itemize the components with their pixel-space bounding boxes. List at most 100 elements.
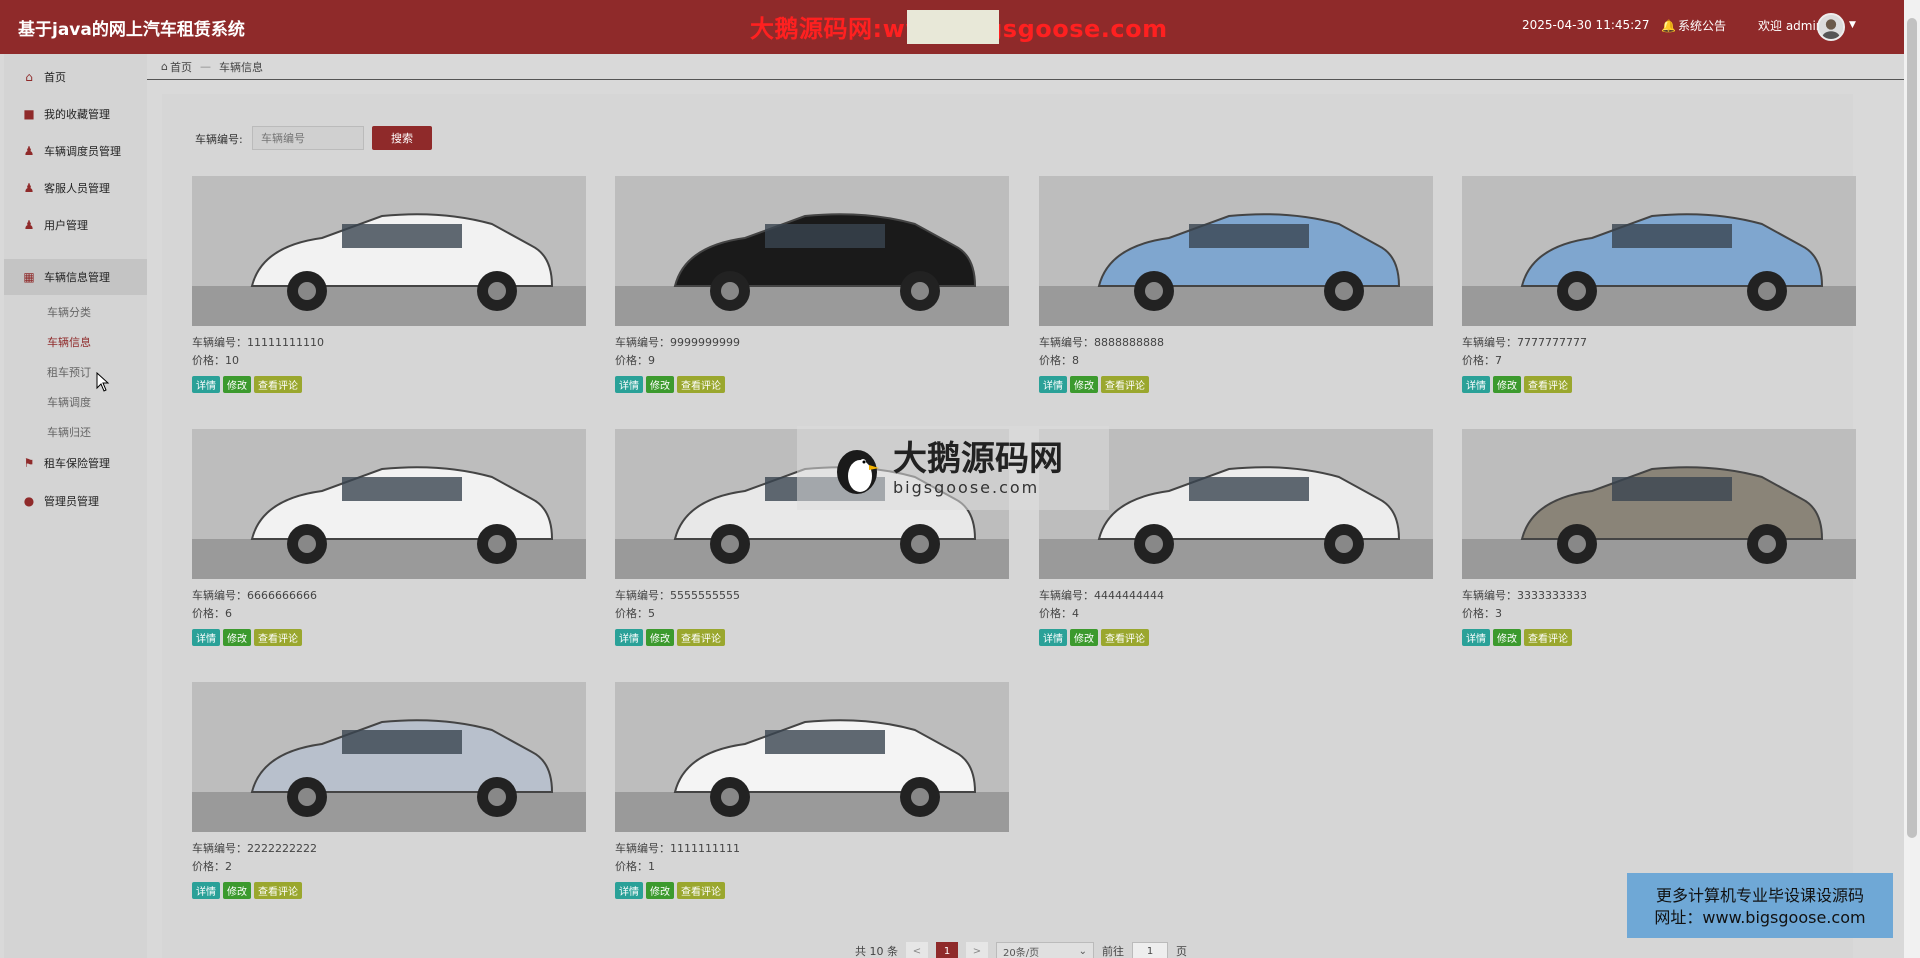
- edit-button[interactable]: 修改: [1070, 629, 1098, 646]
- vehicle-image[interactable]: [192, 682, 586, 832]
- avatar[interactable]: [1817, 13, 1845, 41]
- view-comments-button[interactable]: 查看评论: [677, 376, 725, 393]
- home-icon: ⌂: [161, 60, 168, 73]
- vehicle-number: 车辆编号：6666666666: [192, 589, 317, 602]
- breadcrumb-separator: —: [199, 60, 211, 73]
- view-comments-button[interactable]: 查看评论: [254, 376, 302, 393]
- vehicle-number: 车辆编号：8888888888: [1039, 336, 1164, 349]
- edit-button[interactable]: 修改: [223, 376, 251, 393]
- submenu-vehicle-dispatch[interactable]: 车辆调度: [47, 394, 91, 410]
- vehicle-image[interactable]: [192, 176, 586, 326]
- view-comments-button[interactable]: 查看评论: [677, 882, 725, 899]
- search-button[interactable]: 搜索: [372, 126, 432, 150]
- center-watermark: 大鹅源码网 bigsgoose.com: [797, 426, 1109, 510]
- edit-button[interactable]: 修改: [1493, 629, 1521, 646]
- edit-button[interactable]: 修改: [223, 629, 251, 646]
- system-notice-link[interactable]: 🔔 系统公告: [1661, 17, 1726, 34]
- admin-icon: ●: [23, 494, 35, 508]
- vehicle-image[interactable]: [192, 429, 586, 579]
- detail-button[interactable]: 详情: [192, 882, 220, 899]
- vehicle-image[interactable]: [1039, 176, 1433, 326]
- sidebar-item-home[interactable]: ⌂ 首页: [4, 59, 147, 95]
- promo-ad-box[interactable]: 更多计算机专业毕设课设源码 网址：www.bigsgoose.com: [1627, 873, 1893, 938]
- vehicle-number: 车辆编号：7777777777: [1462, 336, 1587, 349]
- page-size-select[interactable]: 20条/页 ⌄: [996, 942, 1094, 958]
- submenu-rental-booking[interactable]: 租车预订: [47, 364, 91, 380]
- pagination-prev-button[interactable]: <: [906, 942, 928, 958]
- breadcrumb-home[interactable]: 首页: [170, 59, 192, 75]
- sidebar-item-vehicle-info[interactable]: ▦ 车辆信息管理: [4, 259, 147, 295]
- sidebar-item-label: 管理员管理: [44, 495, 99, 508]
- sidebar: ⌂ 首页 ■ 我的收藏管理 ♟ 车辆调度员管理 ♟ 客服人员管理 ♟ 用户管理 …: [4, 54, 147, 958]
- sidebar-item-insurance[interactable]: ⚑ 租车保险管理: [4, 445, 147, 481]
- vehicle-number-search-input[interactable]: [252, 126, 364, 150]
- view-comments-button[interactable]: 查看评论: [677, 629, 725, 646]
- welcome-text: 欢迎 admin: [1758, 19, 1824, 33]
- edit-button[interactable]: 修改: [1493, 376, 1521, 393]
- submenu-vehicle-category[interactable]: 车辆分类: [47, 304, 91, 320]
- card-actions: 详情 修改 查看评论: [1462, 629, 1572, 646]
- search-label: 车辆编号:: [195, 133, 243, 146]
- vehicle-card: 车辆编号：6666666666 价格：6 详情 修改 查看评论: [192, 429, 586, 669]
- view-comments-button[interactable]: 查看评论: [1101, 629, 1149, 646]
- promo-line-1: 更多计算机专业毕设课设源码: [1655, 886, 1864, 905]
- detail-button[interactable]: 详情: [1462, 376, 1490, 393]
- vehicle-card: 车辆编号：8888888888 价格：8 详情 修改 查看评论: [1039, 176, 1433, 416]
- system-notice-label: 系统公告: [1677, 19, 1726, 33]
- detail-button[interactable]: 详情: [615, 882, 643, 899]
- sidebar-item-label: 用户管理: [44, 219, 88, 232]
- sidebar-item-dispatchers[interactable]: ♟ 车辆调度员管理: [4, 133, 147, 169]
- detail-button[interactable]: 详情: [615, 629, 643, 646]
- edit-button[interactable]: 修改: [646, 882, 674, 899]
- card-actions: 详情 修改 查看评论: [192, 882, 302, 899]
- sidebar-item-customer-service[interactable]: ♟ 客服人员管理: [4, 170, 147, 206]
- pagination: 共 10 条 < 1 > 20条/页 ⌄ 前往 1 页: [855, 942, 1187, 958]
- detail-button[interactable]: 详情: [1039, 629, 1067, 646]
- card-actions: 详情 修改 查看评论: [1462, 376, 1572, 393]
- vehicle-price: 价格：5: [615, 607, 655, 620]
- vehicle-card: 车辆编号：2222222222 价格：2 详情 修改 查看评论: [192, 682, 586, 922]
- view-comments-button[interactable]: 查看评论: [1524, 629, 1572, 646]
- detail-button[interactable]: 详情: [1462, 629, 1490, 646]
- edit-button[interactable]: 修改: [646, 376, 674, 393]
- sidebar-item-admins[interactable]: ● 管理员管理: [4, 483, 147, 519]
- edit-button[interactable]: 修改: [223, 882, 251, 899]
- vehicle-price: 价格：4: [1039, 607, 1079, 620]
- sidebar-item-label: 租车保险管理: [44, 457, 110, 470]
- sidebar-item-label: 首页: [44, 71, 66, 84]
- sidebar-item-label: 我的收藏管理: [44, 108, 110, 121]
- grid-icon: ▦: [23, 270, 35, 284]
- detail-button[interactable]: 详情: [1039, 376, 1067, 393]
- page-size-value: 20条/页: [1003, 947, 1040, 958]
- vehicle-image[interactable]: [1462, 176, 1856, 326]
- chevron-down-icon: ⌄: [1078, 945, 1087, 957]
- goto-page-input[interactable]: 1: [1132, 942, 1168, 958]
- pagination-next-button[interactable]: >: [966, 942, 988, 958]
- watermark-main-text: 大鹅源码网: [893, 438, 1063, 479]
- card-actions: 详情 修改 查看评论: [1039, 629, 1149, 646]
- edit-button[interactable]: 修改: [646, 629, 674, 646]
- chevron-down-icon[interactable]: ▼: [1849, 20, 1856, 30]
- vehicle-image[interactable]: [1462, 429, 1856, 579]
- vehicle-image[interactable]: [615, 682, 1009, 832]
- watermark-sub-text: bigsgoose.com: [893, 477, 1040, 497]
- view-comments-button[interactable]: 查看评论: [254, 629, 302, 646]
- vehicle-image[interactable]: [615, 176, 1009, 326]
- vehicle-price: 价格：3: [1462, 607, 1502, 620]
- vehicle-price: 价格：2: [192, 860, 232, 873]
- header-datetime: 2025-04-30 11:45:27: [1522, 18, 1650, 32]
- pagination-current-page[interactable]: 1: [936, 942, 958, 958]
- scrollbar-thumb[interactable]: [1907, 18, 1917, 838]
- submenu-vehicle-return[interactable]: 车辆归还: [47, 424, 91, 440]
- detail-button[interactable]: 详情: [192, 376, 220, 393]
- submenu-vehicle-info[interactable]: 车辆信息: [47, 334, 91, 350]
- view-comments-button[interactable]: 查看评论: [254, 882, 302, 899]
- detail-button[interactable]: 详情: [192, 629, 220, 646]
- detail-button[interactable]: 详情: [615, 376, 643, 393]
- sidebar-item-collections[interactable]: ■ 我的收藏管理: [4, 96, 147, 132]
- view-comments-button[interactable]: 查看评论: [1524, 376, 1572, 393]
- edit-button[interactable]: 修改: [1070, 376, 1098, 393]
- vehicle-price: 价格：10: [192, 354, 239, 367]
- view-comments-button[interactable]: 查看评论: [1101, 376, 1149, 393]
- sidebar-item-users[interactable]: ♟ 用户管理: [4, 207, 147, 243]
